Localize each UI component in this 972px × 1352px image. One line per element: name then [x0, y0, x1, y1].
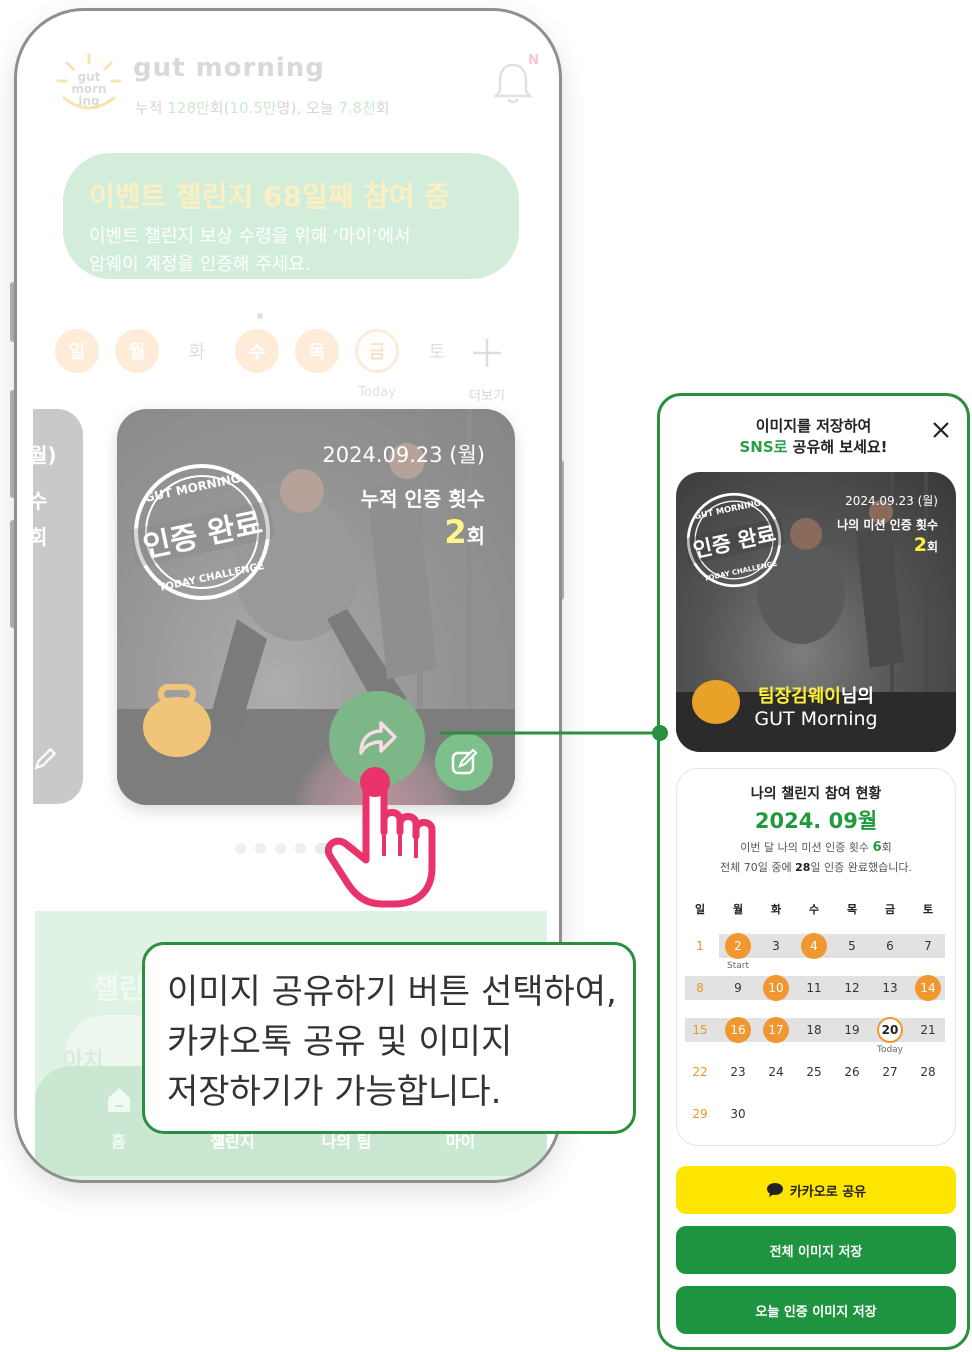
calendar-day: 14	[913, 973, 943, 1003]
calendar-day: 13	[882, 981, 898, 995]
share-preview-image: 2024.09.23 (월) 나의 미션 인증 횟수 2회 GUT MORNIN…	[676, 472, 956, 752]
status-title: 나의 챌린지 참여 현황	[750, 786, 882, 802]
certified-stamp-icon: GUT MORNING 인증 완료 TODAY CHALLENGE	[683, 492, 786, 588]
challenge-title: 챌린	[93, 972, 145, 1005]
day-mon[interactable]: 월	[115, 329, 159, 373]
close-icon[interactable]	[931, 420, 951, 440]
calendar-day: 30	[730, 1107, 746, 1121]
calendar-day: 7	[924, 939, 932, 953]
calendar-day: 20	[875, 1015, 905, 1045]
day-wed[interactable]: 수	[235, 329, 279, 373]
calendar-weekday: 금	[884, 903, 896, 916]
calendar-weekday: 일	[694, 903, 706, 916]
calendar-day: 2	[723, 931, 753, 961]
certification-card[interactable]: 2024.09.23 (월) 누적 인증 횟수 2회 GUT MORNING 인…	[117, 409, 515, 805]
save-today-image-button[interactable]: 오늘 인증 이미지 저장	[676, 1286, 956, 1334]
chat-bubble-icon	[766, 1183, 783, 1197]
edit-icon	[34, 747, 57, 770]
pointing-hand-icon	[325, 767, 436, 908]
preview-count-label: 나의 미션 인증 횟수	[837, 518, 938, 532]
calendar-day: 18	[806, 1023, 822, 1037]
day-thu[interactable]: 목	[295, 329, 339, 373]
calendar-day: 10	[761, 973, 791, 1003]
status-monthly-count: 이번 달 나의 미션 인증 횟수 6회	[740, 840, 892, 855]
cert-count-label: 누적 인증 횟수	[360, 487, 485, 511]
app-header: gut morn ing gut morning 누적 128만회(10.5만명…	[55, 49, 539, 119]
calendar-day: 21	[920, 1023, 936, 1037]
logo-sun-icon: gut morn ing	[56, 53, 122, 110]
home-icon	[108, 1088, 130, 1112]
calendar-weekday: 월	[732, 903, 744, 916]
svg-text:ing: ing	[78, 94, 99, 108]
today-label: Today	[358, 385, 396, 400]
calendar-weekday: 화	[770, 903, 782, 916]
calendar-day: 25	[806, 1065, 822, 1079]
instruction-callout: 이미지 공유하기 버튼 선택하여, 카카오톡 공유 및 이미지 저장하기가 가능…	[142, 942, 636, 1134]
logo-text: gut morning	[133, 53, 325, 83]
page-indicator-dot	[257, 313, 263, 319]
calendar-day: 12	[844, 981, 860, 995]
calendar-day: 29	[692, 1107, 708, 1121]
calendar-day: 27	[882, 1065, 898, 1079]
calendar-day: 6	[886, 939, 894, 953]
cert-date: 2024.09.23 (월)	[322, 443, 485, 467]
calendar-day: 28	[920, 1065, 936, 1079]
calendar-day: 15	[692, 1023, 708, 1037]
calendar-day: 17	[761, 1015, 791, 1045]
calendar-day: 3	[772, 939, 780, 953]
save-all-image-button[interactable]: 전체 이미지 저장	[676, 1226, 956, 1274]
calendar-day: 26	[844, 1065, 860, 1079]
calendar-day: 5	[848, 939, 856, 953]
modal-heading: 이미지를 저장하여 SNS로 공유해 보세요!	[739, 417, 888, 456]
svg-text:인증 완료: 인증 완료	[691, 522, 778, 563]
day-sat[interactable]: 토	[415, 329, 459, 373]
week-strip: 일 월 화 수 목 금 Today 토 더보기	[55, 329, 535, 405]
previous-cert-card[interactable]: 월) 수 회	[33, 409, 83, 804]
certified-stamp-icon: GUT MORNING 인증 완료 TODAY CHALLENGE	[129, 464, 276, 600]
preview-count: 2회	[913, 534, 938, 556]
calendar-day: 11	[806, 981, 822, 995]
calendar-day: 24	[768, 1065, 784, 1079]
calendar-today-label: Today	[876, 1045, 904, 1055]
calendar-day: 23	[730, 1065, 746, 1079]
day-fri-today[interactable]: 금	[355, 329, 399, 373]
usage-stats: 누적 128만회(10.5만명), 오늘 7.8천회	[135, 99, 390, 117]
calendar-day: 8	[696, 981, 704, 995]
calendar-day: 9	[734, 981, 742, 995]
preview-user-name: 팀장김웨이님의	[758, 686, 874, 707]
event-description: 이벤트 챌린지 보상 수령을 위해 ‘마이’에서 암웨이 계정을 인증해 주세요…	[89, 226, 411, 275]
calendar-day: 19	[844, 1023, 860, 1037]
status-month: 2024. 09월	[754, 809, 878, 833]
day-sun[interactable]: 일	[55, 329, 99, 373]
status-total-count: 전체 70일 중에 28일 인증 완료했습니다.	[720, 861, 912, 874]
plus-icon[interactable]	[467, 333, 507, 373]
cert-count: 2회	[444, 513, 485, 551]
calendar-start-label: Start	[727, 961, 749, 971]
event-title: 이벤트 챌린지 68일째 참여 중	[89, 180, 451, 213]
calendar-weekday: 목	[846, 903, 858, 916]
kakao-share-button[interactable]: 카카오로 공유	[676, 1166, 956, 1214]
svg-text:GUT MORNING: GUT MORNING	[693, 497, 761, 521]
calendar-weekday: 토	[922, 903, 934, 916]
preview-brand: GUT Morning	[754, 708, 878, 730]
more-label[interactable]: 더보기	[457, 385, 517, 404]
challenge-status-card: 나의 챌린지 참여 현황 2024. 09월 이번 달 나의 미션 인증 횟수 …	[676, 768, 956, 1146]
share-image-modal: 이미지를 저장하여 SNS로 공유해 보세요! 2024.09.23 (월) 나…	[657, 393, 970, 1350]
calendar-day: 22	[692, 1065, 708, 1079]
preview-date: 2024.09.23 (월)	[845, 494, 938, 508]
notification-badge: N	[528, 53, 539, 68]
event-banner[interactable]: 이벤트 챌린지 68일째 참여 중 이벤트 챌린지 보상 수령을 위해 ‘마이’…	[63, 153, 519, 279]
day-tue[interactable]: 화	[175, 329, 219, 373]
calendar-day: 1	[696, 939, 704, 953]
share-arrow-icon	[359, 721, 397, 755]
calendar-weekday: 수	[808, 903, 820, 916]
calendar-day: 4	[799, 931, 829, 961]
calendar-day: 16	[723, 1015, 753, 1045]
